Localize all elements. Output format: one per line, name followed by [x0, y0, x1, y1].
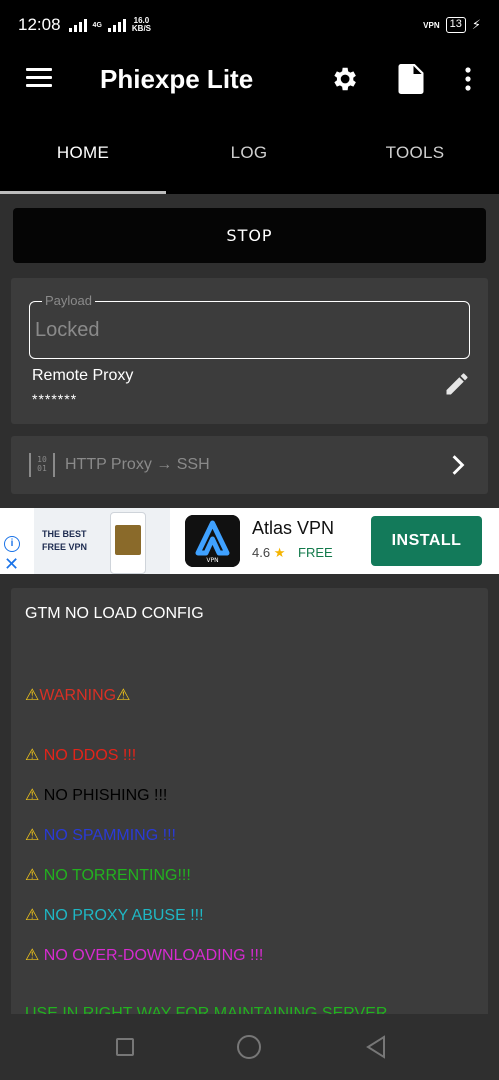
ad-image[interactable]: THE BEST FREE VPN: [34, 508, 170, 574]
config-line-spamming: ⚠ NO SPAMMING !!!: [25, 825, 176, 845]
warning-icon: ⚠: [25, 867, 40, 884]
app-title: Phiexpe Lite: [100, 64, 254, 94]
config-line-text: NO PHISHING !!!: [43, 787, 168, 804]
charging-icon: ⚡: [471, 17, 481, 32]
atlas-vpn-logo: VPN: [185, 515, 240, 567]
document-icon[interactable]: [398, 64, 424, 94]
config-line-phishing: ⚠ NO PHISHING !!!: [25, 785, 167, 805]
config-line-text: NO SPAMMING !!!: [43, 827, 176, 844]
warning-icon: ⚠: [25, 787, 40, 804]
stop-button[interactable]: STOP: [13, 208, 486, 263]
tab-log[interactable]: LOG: [166, 112, 332, 194]
ad-image-text: THE BEST FREE VPN: [42, 528, 87, 554]
ad-close-icon[interactable]: ✕: [4, 555, 19, 573]
tunnel-type-selector[interactable]: 10 01 HTTP Proxy → SSH: [11, 436, 488, 494]
network-speed: 16.0 KB/S: [132, 17, 151, 33]
binary-icon-top: 10: [37, 455, 47, 464]
status-time: 12:08: [18, 15, 61, 34]
warning-icon: ⚠: [25, 827, 40, 844]
tab-bar: HOME LOG TOOLS: [0, 112, 499, 194]
recents-icon[interactable]: [116, 1038, 134, 1056]
ad-rating: 4.6 ★: [252, 545, 285, 561]
ad-title[interactable]: Atlas VPN: [252, 518, 334, 539]
tunnel-type-label: HTTP Proxy → SSH: [65, 456, 210, 473]
pencil-icon[interactable]: [443, 370, 471, 398]
warning-icon: ⚠: [25, 687, 40, 704]
ad-rating-value: 4.6: [252, 545, 271, 560]
config-title: GTM NO LOAD CONFIG: [25, 605, 204, 622]
warning-icon: ⚠: [25, 947, 40, 964]
app-bar: Phiexpe Lite: [0, 50, 499, 112]
tab-tools[interactable]: TOOLS: [332, 112, 498, 194]
remote-proxy-label: Remote Proxy: [32, 367, 134, 384]
config-line-text: NO DDOS !!!: [43, 747, 137, 764]
menu-icon[interactable]: [26, 68, 52, 88]
config-line-proxy-abuse: ⚠ NO PROXY ABUSE !!!: [25, 905, 204, 925]
home-icon[interactable]: [237, 1035, 261, 1059]
config-line-warning: ⚠WARNING⚠: [25, 685, 130, 705]
back-icon[interactable]: [364, 1034, 388, 1060]
home-content: STOP Payload Locked Remote Proxy *******…: [0, 194, 499, 1028]
install-button[interactable]: INSTALL: [371, 516, 482, 566]
config-line-text: NO TORRENTING!!!: [43, 867, 191, 884]
payload-card: Payload Locked Remote Proxy *******: [11, 278, 488, 424]
status-bar: 12:08 4G 16.0 KB/S VPN 13 ⚡: [0, 0, 499, 50]
system-nav-bar: [0, 1014, 499, 1080]
config-message-card: GTM NO LOAD CONFIG ⚠WARNING⚠ ⚠ NO DDOS !…: [11, 588, 488, 1028]
star-icon: ★: [273, 545, 286, 560]
config-line-ddos: ⚠ NO DDOS !!!: [25, 745, 136, 765]
tab-home[interactable]: HOME: [0, 112, 166, 194]
signal-icon-2: [107, 18, 126, 32]
signal-icon: [68, 18, 87, 32]
gear-icon[interactable]: [329, 64, 359, 94]
remote-proxy-value: *******: [32, 391, 78, 407]
binary-icon-bottom: 01: [37, 464, 47, 473]
more-options-icon[interactable]: [460, 66, 476, 92]
config-line-text: NO PROXY ABUSE !!!: [43, 907, 204, 924]
ad-phone-image: [110, 512, 146, 574]
ad-price: FREE: [298, 545, 333, 560]
payload-value: Locked: [35, 319, 100, 341]
payload-field[interactable]: Payload Locked: [29, 293, 470, 359]
ad-image-line-2: FREE VPN: [42, 542, 88, 552]
vpn-icon: VPN: [423, 20, 440, 30]
network-speed-unit: KB/S: [131, 24, 152, 33]
config-line-torrenting: ⚠ NO TORRENTING!!!: [25, 865, 191, 885]
warning-icon: ⚠: [25, 907, 40, 924]
warning-icon: ⚠: [116, 687, 131, 704]
payload-label: Payload: [42, 293, 95, 308]
ad-info-icon[interactable]: i: [4, 536, 20, 552]
warning-icon: ⚠: [25, 747, 40, 764]
binary-icon: 10 01: [29, 453, 55, 477]
svg-text:VPN: VPN: [206, 557, 218, 564]
config-line-text: NO OVER-DOWNLOADING !!!: [43, 947, 264, 964]
config-line-over-downloading: ⚠ NO OVER-DOWNLOADING !!!: [25, 945, 263, 965]
config-line-text: WARNING: [39, 687, 117, 704]
chevron-right-icon: [452, 455, 465, 475]
battery-icon: 13: [445, 17, 466, 33]
ad-banner[interactable]: i ✕ THE BEST FREE VPN VPN Atlas VPN 4.6 …: [0, 508, 499, 574]
ad-image-line-1: THE BEST: [42, 529, 87, 539]
network-type: 4G: [92, 21, 102, 29]
